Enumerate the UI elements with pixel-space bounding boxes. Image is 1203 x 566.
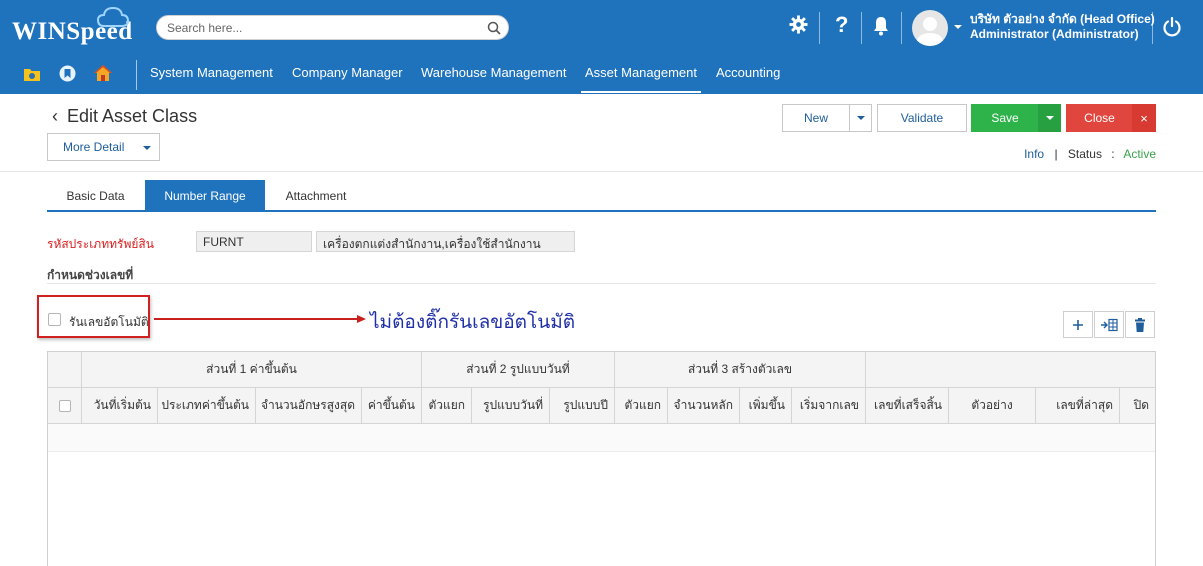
annotation-arrow-head — [357, 315, 366, 323]
search-input[interactable] — [167, 19, 477, 37]
new-dropdown-button[interactable] — [849, 104, 872, 132]
cloud-icon — [96, 6, 130, 27]
col-prefix-type[interactable]: ประเภทค่าขึ้นต้น — [158, 388, 256, 424]
new-button[interactable]: New — [782, 104, 850, 132]
table-row[interactable] — [48, 424, 1155, 452]
search-box[interactable] — [156, 15, 509, 40]
back-chevron-icon[interactable]: ‹ — [52, 106, 58, 126]
close-button[interactable]: Close — [1066, 104, 1133, 132]
page-title-text: Edit Asset Class — [67, 106, 198, 126]
trash-icon — [1135, 317, 1145, 332]
tab-number-range[interactable]: Number Range — [145, 180, 265, 211]
asset-type-label: รหัสประเภททรัพย์สิน — [47, 237, 154, 251]
close-icon[interactable]: × — [1132, 104, 1156, 132]
col-separator-2[interactable]: ตัวแยก — [615, 388, 668, 424]
col-last-number[interactable]: เลขที่ล่าสุด — [1036, 388, 1120, 424]
chevron-down-icon — [856, 116, 865, 120]
top-bar: WINSpeed ? บริษัท ตัวอย่าง จำกัด (Head O… — [0, 0, 1203, 94]
col-prefix-value[interactable]: ค่าขึ้นต้น — [362, 388, 422, 424]
col-year-format[interactable]: รูปแบบปี — [550, 388, 615, 424]
search-icon[interactable] — [487, 21, 501, 35]
info-link[interactable]: Info — [1024, 147, 1044, 161]
col-date-format[interactable]: รูปแบบวันที่ — [472, 388, 550, 424]
annotation-text: ไม่ต้องติ๊กรันเลขอัตโนมัติ — [370, 312, 576, 333]
col-closed[interactable]: ปิด — [1120, 388, 1155, 424]
settings-gear-icon[interactable] — [789, 15, 808, 34]
status-colon: : — [1111, 147, 1115, 161]
plus-icon — [1073, 319, 1083, 330]
tab-attachment[interactable]: Attachment — [266, 180, 366, 211]
user-role: Administrator (Administrator) — [970, 27, 1139, 41]
chevron-down-icon — [143, 146, 151, 150]
nav-accounting[interactable]: Accounting — [716, 65, 780, 80]
grid-group-spacer-right — [866, 352, 1155, 388]
col-separator-1[interactable]: ตัวแยก — [422, 388, 472, 424]
power-icon[interactable] — [1162, 17, 1182, 37]
chevron-down-icon — [1045, 116, 1054, 120]
grid-group-spacer — [48, 352, 82, 388]
delete-row-button[interactable] — [1125, 311, 1155, 338]
folder-icon[interactable] — [23, 66, 41, 82]
grid-group-part1: ส่วนที่ 1 ค่าขึ้นต้น — [82, 352, 422, 388]
tab-basic-data[interactable]: Basic Data — [47, 180, 144, 211]
more-detail-dropdown[interactable]: More Detail — [47, 133, 160, 161]
auto-number-label: รันเลขอัตโนมัติ — [69, 315, 149, 329]
bookmark-icon[interactable] — [59, 65, 76, 82]
help-icon[interactable]: ? — [835, 12, 848, 38]
col-end-number[interactable]: เลขที่เสร็จสิ้น — [866, 388, 949, 424]
status-label: Status — [1067, 147, 1102, 161]
col-digit-count[interactable]: จำนวนหลัก — [668, 388, 740, 424]
user-icon — [916, 17, 944, 46]
user-menu-chevron-down-icon[interactable] — [954, 25, 962, 29]
nav-company-manager[interactable]: Company Manager — [292, 65, 403, 80]
validate-button[interactable]: Validate — [877, 104, 967, 132]
asset-type-name-field[interactable]: เครื่องตกแต่งสำนักงาน,เครื่องใช้สำนักงาน — [316, 231, 575, 252]
grid-group-part3: ส่วนที่ 3 สร้างตัวเลข — [615, 352, 866, 388]
col-increment[interactable]: เพิ่มขึ้น — [740, 388, 792, 424]
insert-row-icon — [1101, 318, 1118, 331]
user-company: บริษัท ตัวอย่าง จำกัด (Head Office) — [970, 12, 1155, 26]
nav-asset-management[interactable]: Asset Management — [581, 65, 702, 93]
more-detail-label: More Detail — [63, 140, 125, 154]
insert-row-button[interactable] — [1094, 311, 1124, 338]
add-row-button[interactable] — [1063, 311, 1093, 338]
bell-icon[interactable] — [872, 16, 890, 36]
auto-number-checkbox[interactable] — [48, 313, 61, 326]
home-icon[interactable] — [93, 64, 113, 82]
annotation-arrow — [154, 318, 359, 320]
asset-type-code-field[interactable]: FURNT — [196, 231, 312, 252]
col-max-chars[interactable]: จำนวนอักษรสูงสุด — [256, 388, 362, 424]
main-nav: System Management Company Manager Wareho… — [0, 56, 1203, 94]
col-start-number[interactable]: เริ่มจากเลข — [792, 388, 866, 424]
avatar[interactable] — [912, 10, 948, 46]
number-range-grid: ส่วนที่ 1 ค่าขึ้นต้น ส่วนที่ 2 รูปแบบวัน… — [47, 351, 1156, 566]
status-value: Active — [1123, 147, 1156, 161]
col-example[interactable]: ตัวอย่าง — [949, 388, 1036, 424]
status-line: Info | Status : Active — [1024, 147, 1156, 161]
nav-warehouse-management[interactable]: Warehouse Management — [421, 65, 567, 80]
nav-system-management[interactable]: System Management — [150, 65, 273, 80]
grid-select-all-cell — [48, 388, 82, 424]
save-button[interactable]: Save — [971, 104, 1039, 132]
save-dropdown-button[interactable] — [1038, 104, 1061, 132]
col-start-date[interactable]: วันที่เริ่มต้น — [82, 388, 158, 424]
status-separator: | — [1054, 147, 1058, 161]
page-title: ‹ Edit Asset Class — [52, 106, 197, 127]
user-info[interactable]: บริษัท ตัวอย่าง จำกัด (Head Office) Admi… — [970, 12, 1155, 42]
app-logo[interactable]: WINSpeed — [12, 6, 133, 46]
select-all-checkbox[interactable] — [58, 399, 71, 412]
grid-group-part2: ส่วนที่ 2 รูปแบบวันที่ — [422, 352, 615, 388]
